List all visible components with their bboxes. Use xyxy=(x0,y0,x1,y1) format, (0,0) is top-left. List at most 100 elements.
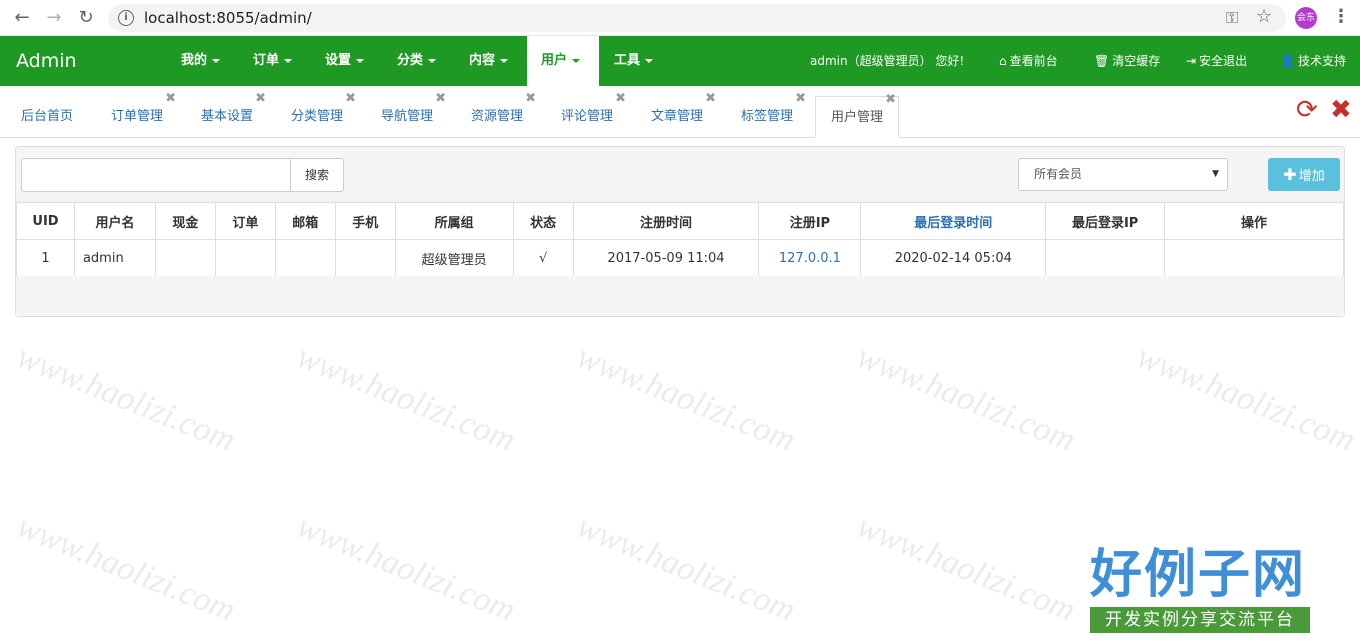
url-text[interactable]: localhost:8055/admin/ xyxy=(144,9,312,27)
caret-down-icon xyxy=(356,58,365,63)
col-cash[interactable]: 现金 xyxy=(154,202,216,240)
col-uid[interactable]: UID xyxy=(16,202,75,240)
member-filter-select[interactable]: 所有会员 ▼ xyxy=(1018,158,1228,191)
link-label: 清空缓存 xyxy=(1112,54,1161,68)
cell-reg-time: 2017-05-09 11:04 xyxy=(572,239,760,277)
menu-categories[interactable]: 分类 xyxy=(383,36,450,86)
search-button[interactable]: 搜索 xyxy=(290,158,344,192)
cell-email xyxy=(274,239,336,277)
col-reg-ip[interactable]: 注册IP xyxy=(758,202,862,240)
reload-icon[interactable]: ↻ xyxy=(74,6,98,30)
tab-label: 用户管理 xyxy=(831,110,884,125)
col-email[interactable]: 邮箱 xyxy=(274,202,336,240)
tab-label: 基本设置 xyxy=(201,109,254,124)
close-tab-icon[interactable]: ✖ xyxy=(885,93,896,107)
menu-content[interactable]: 内容 xyxy=(455,36,522,86)
watermark-text: www.haolizi.com xyxy=(11,507,241,630)
cell-orders xyxy=(214,239,276,277)
tab-label: 评论管理 xyxy=(561,109,614,124)
user-icon: 👤 xyxy=(1280,54,1295,68)
watermark-text: www.haolizi.com xyxy=(571,507,801,630)
trash-icon: 🗑 xyxy=(1094,54,1110,68)
menu-label: 工具 xyxy=(614,53,641,68)
close-tab-icon[interactable]: ✖ xyxy=(345,92,356,106)
cell-phone xyxy=(334,239,396,277)
dropdown-arrow-icon: ▼ xyxy=(1212,169,1219,179)
col-username[interactable]: 用户名 xyxy=(73,202,156,240)
menu-orders[interactable]: 订单 xyxy=(239,36,306,86)
watermark-text: www.haolizi.com xyxy=(851,507,1081,630)
close-tab-icon[interactable]: ✖ xyxy=(435,92,446,106)
key-icon[interactable]: ⚿ xyxy=(1226,8,1238,28)
profile-avatar[interactable]: 会东 xyxy=(1295,7,1317,29)
tab-comments[interactable]: 评论管理 ✖ xyxy=(553,92,626,138)
table-header-row: UID 用户名 现金 订单 邮箱 手机 所属组 状态 注册时间 注册IP 最后登… xyxy=(16,202,1344,240)
users-panel: 搜索 所有会员 ▼ ✚ 增加 UID 用户名 现金 订单 邮箱 手机 所属组 状态… xyxy=(15,146,1345,317)
watermark-text: www.haolizi.com xyxy=(851,337,1081,460)
tab-label: 文章管理 xyxy=(651,109,704,124)
col-group[interactable]: 所属组 xyxy=(394,202,514,240)
menu-settings[interactable]: 设置 xyxy=(311,36,378,86)
back-icon[interactable]: ← xyxy=(10,6,34,30)
tab-articles[interactable]: 文章管理 ✖ xyxy=(643,92,716,138)
browser-menu-icon[interactable]: ⋮ xyxy=(1332,6,1350,27)
link-label: 安全退出 xyxy=(1199,54,1248,68)
tab-users[interactable]: 用户管理 ✖ xyxy=(815,93,900,138)
watermark-text: www.haolizi.com xyxy=(291,507,521,630)
close-tab-icon[interactable]: ✖ xyxy=(255,92,266,106)
panel-footer xyxy=(16,276,1344,316)
col-reg-time[interactable]: 注册时间 xyxy=(572,202,760,240)
tab-tags[interactable]: 标签管理 ✖ xyxy=(733,92,806,138)
tab-resources[interactable]: 资源管理 ✖ xyxy=(463,92,536,138)
menu-tools[interactable]: 工具 xyxy=(600,36,667,86)
tab-label: 导航管理 xyxy=(381,109,434,124)
menu-label: 内容 xyxy=(469,53,496,68)
tab-categories[interactable]: 分类管理 ✖ xyxy=(283,92,356,138)
tab-dashboard[interactable]: 后台首页 xyxy=(13,96,81,138)
menu-label: 用户 xyxy=(541,53,568,68)
tab-label: 后台首页 xyxy=(21,109,74,124)
address-bar[interactable]: i localhost:8055/admin/ ⚿ ☆ xyxy=(108,4,1286,32)
tab-label: 资源管理 xyxy=(471,109,524,124)
tab-orders[interactable]: 订单管理 ✖ xyxy=(103,92,176,138)
col-phone[interactable]: 手机 xyxy=(334,202,396,240)
col-last-login-time[interactable]: 最后登录时间 xyxy=(860,202,1047,240)
menu-label: 订单 xyxy=(253,53,280,68)
forward-icon[interactable]: → xyxy=(42,6,66,30)
close-tab-icon[interactable]: ✖ xyxy=(615,92,626,106)
menu-mine[interactable]: 我的 xyxy=(167,36,234,86)
close-tab-icon[interactable]: ✖ xyxy=(795,92,806,106)
search-input[interactable] xyxy=(21,158,291,192)
menu-label: 我的 xyxy=(181,53,208,68)
cell-reg-ip-link[interactable]: 127.0.0.1 xyxy=(758,239,862,277)
close-tab-icon[interactable]: ✖ xyxy=(705,92,716,106)
cell-last-login-ip xyxy=(1045,239,1166,277)
refresh-icon[interactable]: ⟳ xyxy=(1296,96,1318,124)
panel-toolbar: 搜索 所有会员 ▼ ✚ 增加 xyxy=(16,147,1344,202)
tech-support-link[interactable]: 👤 技术支持 xyxy=(1280,36,1346,86)
col-actions: 操作 xyxy=(1164,202,1344,240)
clear-cache-link[interactable]: 🗑 清空缓存 xyxy=(1094,36,1160,86)
link-label: 技术支持 xyxy=(1297,54,1346,68)
caret-down-icon xyxy=(212,58,221,63)
tab-label: 标签管理 xyxy=(741,109,794,124)
tab-label: 订单管理 xyxy=(111,109,164,124)
haolizi-logo: 好例子网 开发实例分享交流平台 xyxy=(1090,545,1312,633)
watermark-text: www.haolizi.com xyxy=(1131,337,1360,460)
brand-title[interactable]: Admin xyxy=(16,50,77,72)
col-last-login-ip[interactable]: 最后登录IP xyxy=(1045,202,1166,240)
tab-navigation[interactable]: 导航管理 ✖ xyxy=(373,92,446,138)
info-icon[interactable]: i xyxy=(118,10,134,26)
logout-link[interactable]: ⇥ 安全退出 xyxy=(1186,36,1247,86)
view-frontend-link[interactable]: ⌂ 查看前台 xyxy=(999,36,1058,86)
tab-basic-settings[interactable]: 基本设置 ✖ xyxy=(193,92,266,138)
col-orders[interactable]: 订单 xyxy=(214,202,276,240)
close-tab-icon[interactable]: ✖ xyxy=(525,92,536,106)
close-all-tabs-icon[interactable]: ✖ xyxy=(1330,96,1352,124)
bookmark-star-icon[interactable]: ☆ xyxy=(1256,6,1272,27)
close-tab-icon[interactable]: ✖ xyxy=(165,92,176,106)
table-row[interactable]: 1 admin 超级管理员 √ 2017-05-09 11:04 127.0.0… xyxy=(16,239,1344,277)
add-user-button[interactable]: ✚ 增加 xyxy=(1268,158,1340,191)
col-status[interactable]: 状态 xyxy=(512,202,574,240)
menu-users[interactable]: 用户 xyxy=(527,36,599,86)
